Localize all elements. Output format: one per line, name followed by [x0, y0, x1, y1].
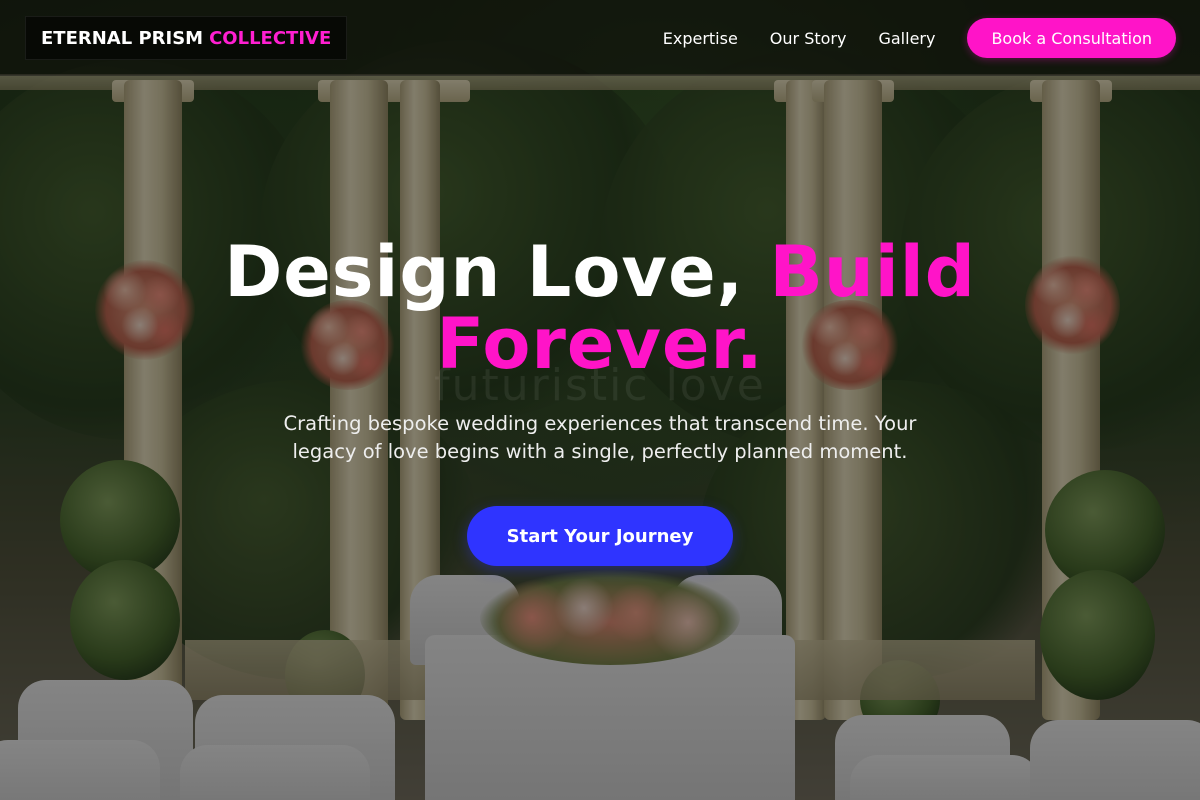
top-navbar: ETERNAL PRISM COLLECTIVE Expertise Our S…	[0, 0, 1200, 76]
book-consultation-button[interactable]: Book a Consultation	[967, 18, 1176, 58]
brand-logo[interactable]: ETERNAL PRISM COLLECTIVE	[25, 16, 348, 60]
hero-subtitle: Crafting bespoke wedding experiences tha…	[283, 412, 917, 463]
nav-link-our-story[interactable]: Our Story	[770, 29, 847, 48]
brand-name-accent: COLLECTIVE	[209, 27, 332, 49]
nav-links: Expertise Our Story Gallery Book a Consu…	[663, 18, 1176, 58]
page: futuristic love ETERNAL PRISM COLLECTIVE…	[0, 0, 1200, 800]
start-journey-button[interactable]: Start Your Journey	[467, 506, 733, 566]
hero-headline-white: Design Love,	[224, 231, 770, 313]
hero-section: Design Love, Build Forever. Crafting bes…	[150, 236, 1050, 566]
brand-name-primary: ETERNAL PRISM	[41, 27, 204, 49]
hero-headline: Design Love, Build Forever.	[150, 236, 1050, 380]
nav-link-expertise[interactable]: Expertise	[663, 29, 738, 48]
nav-link-gallery[interactable]: Gallery	[878, 29, 935, 48]
